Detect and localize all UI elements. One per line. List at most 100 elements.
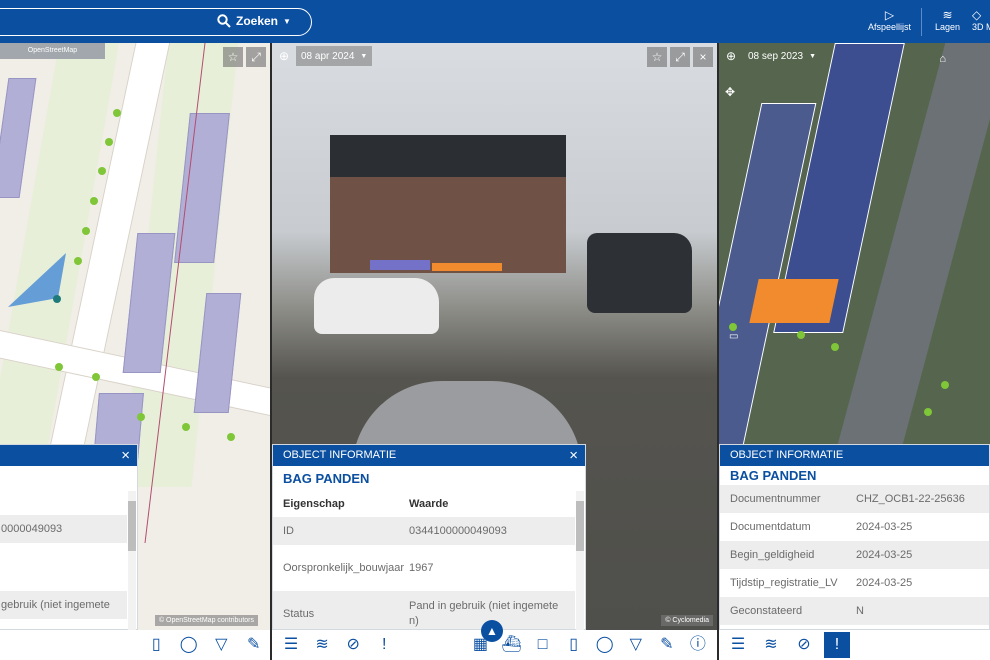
polygon-icon[interactable]: ▽ (208, 632, 234, 658)
tree-marker (831, 343, 839, 351)
scrollbar[interactable] (128, 491, 136, 630)
comment-icon[interactable]: □ (530, 632, 556, 658)
tree-marker (98, 167, 106, 175)
tree-marker (74, 257, 82, 265)
table-row: gebruik (niet ingemete (0, 591, 127, 619)
object-info-header: × (0, 445, 137, 466)
ruler-icon[interactable]: ✎ (654, 632, 680, 658)
capture-date-selector[interactable]: 08 apr 2024 ▼ (296, 46, 373, 66)
table-row: 0000049093 (0, 515, 127, 543)
info-icon[interactable]: ⓘ (685, 632, 711, 658)
top-bar: Zoeken ▼ ▷ Afspeellijst ≋ Lagen ◇ 3D M (0, 0, 990, 43)
tree-marker (55, 363, 63, 371)
table-header: Eigenschap Waarde (273, 491, 575, 517)
close-icon[interactable]: × (569, 445, 578, 466)
visibility-off-icon[interactable]: ⊘ (340, 632, 366, 658)
zoom-icon[interactable]: ⊕ (275, 47, 293, 65)
property-value: 1967 (409, 561, 434, 574)
menu-icon[interactable]: ☰ (278, 632, 304, 658)
table-row: Oorspronkelijk_bouwjaar 1967 (273, 545, 575, 591)
layer-title: BAG PANDEN (730, 468, 817, 483)
property-key: Tijdstip_registratie_LV (730, 576, 838, 589)
search-button[interactable]: Zoeken ▼ (217, 14, 291, 28)
star-icon[interactable]: ☆ (647, 47, 667, 67)
chevron-down-icon: ▼ (283, 16, 291, 26)
property-key: Documentdatum (730, 520, 811, 533)
close-icon[interactable]: × (693, 47, 713, 67)
delete-icon[interactable]: ▯ (561, 632, 587, 658)
close-icon[interactable]: × (121, 445, 130, 466)
boundary-line (144, 43, 206, 543)
object-info-panel-right: OBJECT INFORMATIE BAG PANDEN Documentnum… (719, 444, 990, 630)
capture-date: 08 apr 2024 (301, 50, 355, 62)
delete-icon[interactable]: ▯ (143, 632, 169, 658)
tree-marker (182, 423, 190, 431)
property-key: Status (283, 607, 315, 620)
layers-icon[interactable]: ≋ (758, 632, 784, 658)
expand-icon[interactable]: ⤢ (670, 47, 690, 67)
zoom-icon[interactable]: ⊕ (722, 47, 740, 65)
object-info-table: Documentnummer CHZ_OCB1-22-25636 Document… (720, 485, 989, 629)
search-field[interactable]: Zoeken ▼ (0, 8, 312, 36)
lasso-icon[interactable]: ◯ (176, 632, 202, 658)
ruler-icon[interactable]: ✎ (241, 632, 267, 658)
trash-icon[interactable]: ⌂ (939, 53, 946, 65)
capture-date: 08 sep 2023 (748, 50, 804, 62)
view-cone (8, 253, 66, 307)
table-row: Status Pand in gebruik (niet ingemete n) (273, 591, 575, 629)
capture-date-selector[interactable]: 08 sep 2023 ▼ (743, 46, 821, 66)
scroll-thumb[interactable] (128, 501, 136, 551)
table-row: ID 0344100000049093 (273, 517, 575, 545)
pane-tools: ☆ ⤢ × (647, 47, 713, 67)
tree-marker (227, 433, 235, 441)
layer-title: BAG PANDEN (283, 471, 370, 486)
object-info-table: Eigenschap Waarde ID 0344100000049093 Oor… (273, 491, 575, 629)
layers-icon[interactable]: ≋ (309, 632, 335, 658)
photo-car (314, 278, 439, 334)
object-info-header: OBJECT INFORMATIE (720, 445, 989, 466)
layers-icon: ≋ (942, 8, 953, 22)
expand-toolbar-button[interactable]: ▲ (481, 620, 503, 642)
lasso-icon[interactable]: ◯ (592, 632, 618, 658)
star-icon[interactable]: ☆ (223, 47, 243, 67)
camera-icon[interactable]: ▭ (729, 331, 738, 342)
table-row: Tijdstip_registratie_LV 2024-03-25 (720, 569, 989, 597)
layers-button[interactable]: ≋ Lagen (935, 8, 960, 32)
map-building (0, 78, 37, 198)
polygon-icon[interactable]: ▽ (623, 632, 649, 658)
3d-label: 3D M (972, 22, 990, 32)
cyclomedia-copyright: © Cyclomedia (661, 615, 713, 626)
property-value: 2024-03-25 (856, 520, 913, 533)
3d-button[interactable]: ◇ 3D M (972, 8, 990, 32)
info-marker-icon[interactable]: ! (371, 632, 397, 658)
menu-icon[interactable]: ☰ (725, 632, 751, 658)
search-icon (217, 14, 231, 28)
scroll-thumb[interactable] (576, 501, 584, 551)
selected-building-footprint (432, 263, 502, 271)
chevron-down-icon: ▼ (360, 52, 368, 60)
playlist-button[interactable]: ▷ Afspeellijst (868, 8, 911, 32)
tree-marker (92, 373, 100, 381)
property-column-header: Eigenschap (283, 498, 345, 510)
object-info-table: 0000049093 gebruik (niet ingemete (0, 515, 127, 629)
property-key: Begin_geldigheid (730, 548, 815, 561)
property-key: Oorspronkelijk_bouwjaar (283, 561, 405, 574)
tree-marker (924, 408, 932, 416)
table-row: Documentdatum 2024-03-25 (720, 513, 989, 541)
info-marker-icon[interactable]: ! (824, 632, 850, 658)
visibility-off-icon[interactable]: ⊘ (791, 632, 817, 658)
chevron-down-icon: ▼ (809, 52, 816, 60)
tree-marker (90, 197, 98, 205)
tree-marker (113, 109, 121, 117)
crosshair-icon[interactable]: ✥ (725, 85, 735, 99)
scrollbar[interactable] (576, 491, 584, 630)
property-value: CHZ_OCB1-22-25636 (856, 492, 965, 505)
expand-icon[interactable]: ⤢ (246, 47, 266, 67)
tree-marker (729, 323, 737, 331)
object-info-panel-left: × 0000049093 gebruik (niet ingemete (0, 444, 138, 630)
tree-marker (797, 331, 805, 339)
property-value: gebruik (niet ingemete (1, 598, 110, 611)
photo-van (587, 233, 692, 313)
boat-icon[interactable]: ⛴ (498, 632, 524, 658)
pane-tools: ☆ ⤢ (223, 47, 266, 67)
